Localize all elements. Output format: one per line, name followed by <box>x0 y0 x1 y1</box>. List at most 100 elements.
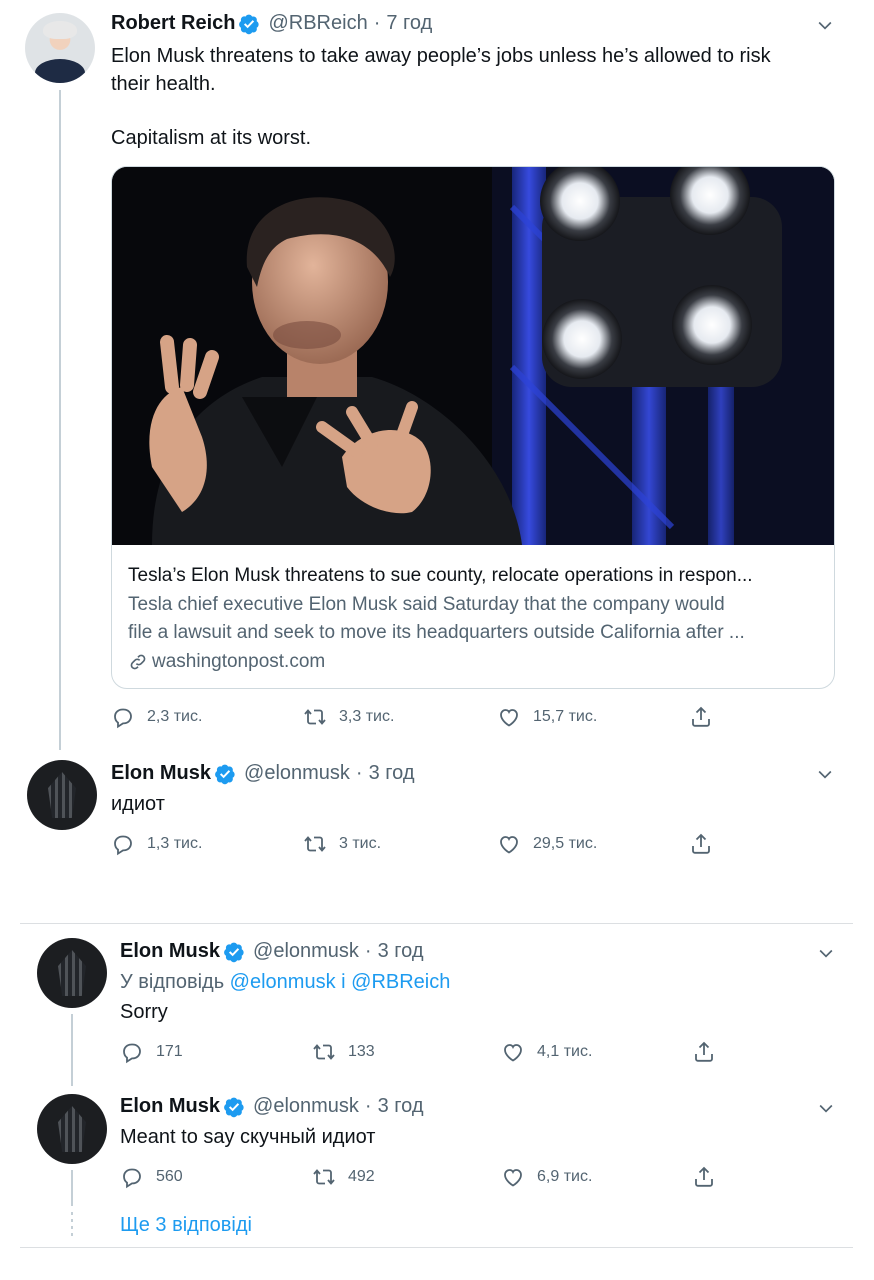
card-description: file a lawsuit and seek to move its head… <box>128 622 745 643</box>
like-icon <box>497 832 521 856</box>
show-more-replies-link[interactable]: Ще 3 відповіді <box>120 1214 252 1237</box>
mention-link[interactable]: @elonmusk <box>230 971 336 993</box>
share-icon <box>692 1040 716 1064</box>
retweet-count: 3 тис. <box>339 835 382 852</box>
share-icon <box>689 832 713 856</box>
reply-count: 560 <box>156 1168 183 1185</box>
author-name[interactable]: Elon Musk <box>111 762 211 785</box>
link-card[interactable]: Tesla’s Elon Musk threatens to sue count… <box>111 166 835 689</box>
retweet-button[interactable]: 492 <box>312 1165 375 1189</box>
separator: · <box>364 1095 372 1117</box>
verified-badge-icon <box>223 1096 245 1118</box>
author-name[interactable]: Robert Reich <box>111 12 235 35</box>
share-icon <box>689 705 713 729</box>
reply-count: 1,3 тис. <box>147 835 203 852</box>
retweet-icon <box>303 832 327 856</box>
card-title: Tesla’s Elon Musk threatens to sue count… <box>128 565 753 586</box>
retweet-icon <box>312 1040 336 1064</box>
reply-button[interactable]: 1,3 тис. <box>111 832 202 856</box>
card-image <box>112 167 834 545</box>
mention-link[interactable]: @RBReich <box>351 971 450 993</box>
verified-badge-icon <box>214 763 236 785</box>
like-button[interactable]: 4,1 тис. <box>501 1040 592 1064</box>
timestamp[interactable]: 7 год <box>386 12 432 35</box>
author-handle[interactable]: @RBReich <box>268 12 367 35</box>
tweet-actions: 171 133 4,1 тис. <box>120 1040 840 1068</box>
retweet-button[interactable]: 3,3 тис. <box>303 705 394 729</box>
reply-button[interactable]: 171 <box>120 1040 183 1064</box>
like-icon <box>501 1165 525 1189</box>
tweet-actions: 1,3 тис. 3 тис. 29,5 тис. <box>111 832 831 860</box>
reply-icon <box>111 705 135 729</box>
divider <box>20 923 853 924</box>
author-name[interactable]: Elon Musk <box>120 940 220 963</box>
share-button[interactable] <box>692 1040 728 1064</box>
divider <box>20 1247 853 1248</box>
card-domain-text: washingtonpost.com <box>152 651 326 672</box>
share-button[interactable] <box>689 832 725 856</box>
retweet-count: 3,3 тис. <box>339 708 395 725</box>
retweet-button[interactable]: 3 тис. <box>303 832 381 856</box>
tweet-actions: 2,3 тис. 3,3 тис. 15,7 тис. <box>111 705 831 733</box>
author-name[interactable]: Elon Musk <box>120 1095 220 1118</box>
thread-line <box>59 90 61 750</box>
tweet-header: Elon Musk @elonmusk · 3 год <box>120 940 423 963</box>
like-button[interactable]: 29,5 тис. <box>497 832 597 856</box>
timestamp[interactable]: 3 год <box>378 1095 424 1118</box>
author-handle[interactable]: @elonmusk <box>253 940 359 963</box>
like-count: 4,1 тис. <box>537 1043 593 1060</box>
reply-count: 171 <box>156 1043 183 1060</box>
tweet-header: Robert Reich @RBReich · 7 год <box>111 12 432 35</box>
like-count: 15,7 тис. <box>533 708 598 725</box>
timestamp[interactable]: 3 год <box>378 940 424 963</box>
thread-dots <box>71 1212 73 1238</box>
author-handle[interactable]: @elonmusk <box>253 1095 359 1118</box>
timestamp[interactable]: 3 год <box>369 762 415 785</box>
chevron-down-icon[interactable] <box>816 1098 836 1118</box>
retweet-icon <box>303 705 327 729</box>
chevron-down-icon[interactable] <box>815 764 835 784</box>
retweet-count: 492 <box>348 1168 375 1185</box>
chevron-down-icon[interactable] <box>815 15 835 35</box>
share-icon <box>692 1165 716 1189</box>
reply-button[interactable]: 560 <box>120 1165 183 1189</box>
like-count: 29,5 тис. <box>533 835 598 852</box>
reply-icon <box>120 1040 144 1064</box>
tweet-header: Elon Musk @elonmusk · 3 год <box>111 762 414 785</box>
share-button[interactable] <box>692 1165 728 1189</box>
like-icon <box>501 1040 525 1064</box>
reply-icon <box>120 1165 144 1189</box>
tweet-text-line: their health. <box>111 73 216 95</box>
separator: · <box>364 940 372 962</box>
chevron-down-icon[interactable] <box>816 943 836 963</box>
separator: · <box>355 762 363 784</box>
reply-context: У відповідь @elonmusk і @RBReich <box>120 968 450 996</box>
avatar[interactable] <box>25 13 95 83</box>
verified-badge-icon <box>223 941 245 963</box>
separator: · <box>373 12 381 34</box>
link-icon <box>128 652 148 672</box>
avatar[interactable] <box>27 760 97 830</box>
like-button[interactable]: 15,7 тис. <box>497 705 597 729</box>
tweet-text: идиот <box>111 793 165 815</box>
tweet-text-line: Capitalism at its worst. <box>111 127 312 149</box>
tweet-text-line: Elon Musk threatens to take away people’… <box>111 45 771 67</box>
tweet-header: Elon Musk @elonmusk · 3 год <box>120 1095 423 1118</box>
reply-button[interactable]: 2,3 тис. <box>111 705 202 729</box>
retweet-icon <box>312 1165 336 1189</box>
card-domain: washingtonpost.com <box>128 648 820 676</box>
avatar[interactable] <box>37 938 107 1008</box>
tweet-actions: 560 492 6,9 тис. <box>120 1165 840 1193</box>
card-description: Tesla chief executive Elon Musk said Sat… <box>128 594 725 615</box>
reply-prefix: У відповідь <box>120 971 230 993</box>
retweet-button[interactable]: 133 <box>312 1040 375 1064</box>
like-button[interactable]: 6,9 тис. <box>501 1165 592 1189</box>
tweet-text: Elon Musk threatens to take away people’… <box>111 42 831 152</box>
retweet-count: 133 <box>348 1043 375 1060</box>
thread-line <box>71 1170 73 1206</box>
avatar[interactable] <box>37 1094 107 1164</box>
share-button[interactable] <box>689 705 725 729</box>
reply-count: 2,3 тис. <box>147 708 203 725</box>
author-handle[interactable]: @elonmusk <box>244 762 350 785</box>
tweet-text: Meant to say скучный идиот <box>120 1126 376 1148</box>
